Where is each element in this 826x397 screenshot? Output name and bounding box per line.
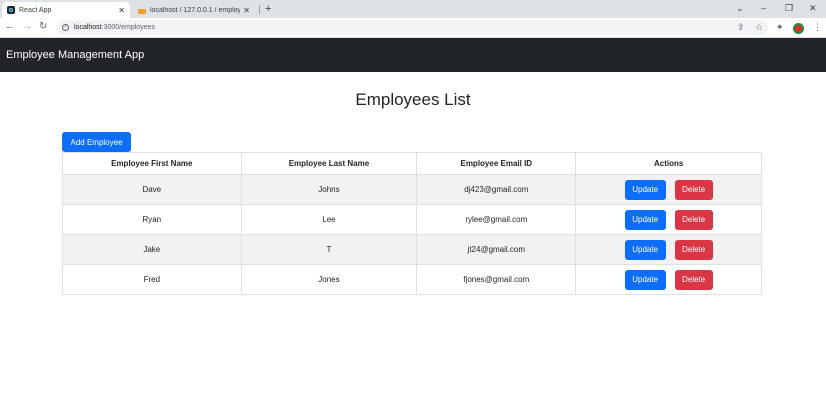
cell-last-name: Johns [240,174,418,205]
profile-avatar[interactable] [793,23,804,34]
cell-last-name: T [240,234,418,265]
header-last-name: Employee Last Name [240,152,418,175]
new-tab-plus-icon[interactable]: + [265,2,271,16]
cell-actions: Update Delete [575,174,762,205]
delete-button[interactable]: Delete [674,179,713,200]
header-first-name: Employee First Name [62,152,242,175]
table-header-row: Employee First Name Employee Last Name E… [62,152,762,175]
address-bar[interactable]: i localhost:3000/employees [56,20,768,35]
reload-icon[interactable]: ↻ [39,21,47,33]
header-email: Employee Email ID [416,152,577,175]
table-row: Dave Johns dj423@gmail.com Update Delete [62,174,762,205]
browser-tab-strip: React App ✕ localhost / 127.0.0.1 / empl… [0,0,826,18]
header-actions: Actions [575,152,762,175]
delete-button[interactable]: Delete [674,269,713,290]
tab-search-chevron-icon[interactable]: ⌄ [736,2,744,14]
cell-actions: Update Delete [575,264,762,295]
table-row: Ryan Lee rylee@gmail.com Update Delete [62,204,762,235]
tab-divider [259,5,260,14]
add-employee-button[interactable]: Add Employee [62,132,131,152]
table-row: Fred Jones fjones@gmail.com Update Delete [62,264,762,295]
cell-last-name: Jones [240,264,418,295]
tab-title: React App [19,6,52,14]
app-navbar: Employee Management App [0,38,826,72]
phpmyadmin-favicon-icon [138,8,146,14]
cell-first-name: Dave [62,174,242,205]
cell-actions: Update Delete [575,204,762,235]
browser-tab-react-app[interactable]: React App ✕ [2,2,130,18]
cell-first-name: Ryan [62,204,242,235]
restore-icon[interactable]: ❐ [785,2,793,14]
delete-button[interactable]: Delete [674,209,713,230]
info-icon[interactable]: i [62,24,69,31]
employees-table: Employee First Name Employee Last Name E… [62,152,762,295]
tab-title: localhost / 127.0.0.1 / employee [150,6,241,14]
delete-button[interactable]: Delete [674,239,713,260]
cell-first-name: Jake [62,234,242,265]
navbar-brand[interactable]: Employee Management App [6,49,144,61]
address-path: :3000/employees [101,24,155,31]
update-button[interactable]: Update [624,239,666,260]
update-button[interactable]: Update [624,179,666,200]
react-favicon-icon [7,6,15,14]
close-window-icon[interactable]: ✕ [809,2,817,14]
minimize-icon[interactable]: – [761,2,766,14]
cell-first-name: Fred [62,264,242,295]
cell-email: dj423@gmail.com [416,174,577,205]
share-icon[interactable]: ⇪ [737,21,745,33]
update-button[interactable]: Update [624,209,666,230]
cell-last-name: Lee [240,204,418,235]
back-arrow-icon[interactable]: ← [5,21,15,33]
page-title: Employees List [355,90,471,109]
table-row: Jake T jt24@gmail.com Update Delete [62,234,762,265]
tab-close-icon[interactable]: ✕ [118,6,125,15]
update-button[interactable]: Update [624,269,666,290]
browser-tab-phpmyadmin[interactable]: localhost / 127.0.0.1 / employee ✕ [133,2,255,18]
cell-email: rylee@gmail.com [416,204,577,235]
cell-email: fjones@gmail.com [416,264,577,295]
forward-arrow-icon[interactable]: → [22,21,32,33]
cell-actions: Update Delete [575,234,762,265]
extensions-icon[interactable]: ✦ [776,21,784,33]
star-icon[interactable]: ☆ [755,21,763,33]
tab-close-icon[interactable]: ✕ [243,6,250,15]
cell-email: jt24@gmail.com [416,234,577,265]
address-host: localhost [74,24,102,31]
kebab-menu-icon[interactable]: ⋮ [813,21,822,33]
browser-toolbar: ← → ↻ i localhost:3000/employees ⇪ ☆ ✦ ⋮ [0,18,826,38]
